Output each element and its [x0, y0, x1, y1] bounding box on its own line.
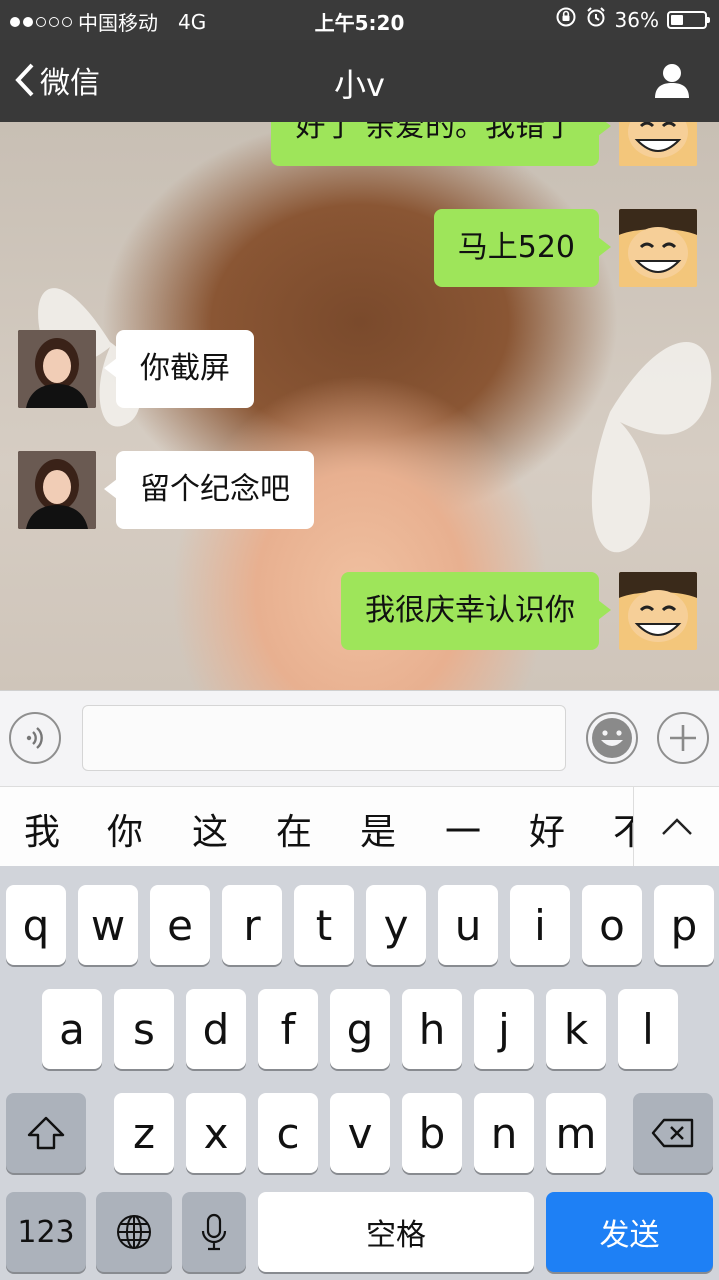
- message-received: 留个纪念吧: [18, 451, 314, 529]
- candidate[interactable]: 一: [445, 803, 481, 855]
- key-e[interactable]: e: [150, 885, 210, 965]
- alarm-icon: [585, 6, 607, 33]
- key-i[interactable]: i: [510, 885, 570, 965]
- key-v[interactable]: v: [330, 1093, 390, 1173]
- key-k[interactable]: k: [546, 989, 606, 1069]
- key-o[interactable]: o: [582, 885, 642, 965]
- message-sent: 马上520: [433, 209, 697, 287]
- input-bar: [0, 690, 719, 787]
- key-c[interactable]: c: [258, 1093, 318, 1173]
- message-received: 你截屏: [18, 330, 254, 408]
- status-bar: 中国移动 4G 上午5:20 36%: [0, 0, 719, 40]
- message-bubble[interactable]: 好了 亲爱的。我错了: [271, 122, 611, 166]
- key-z[interactable]: z: [114, 1093, 174, 1173]
- key-n[interactable]: n: [474, 1093, 534, 1173]
- battery-percent: 36%: [614, 7, 659, 32]
- message-bubble[interactable]: 留个纪念吧: [104, 451, 314, 529]
- key-d[interactable]: d: [186, 989, 246, 1069]
- rotation-lock-icon: [555, 6, 577, 33]
- candidate[interactable]: 在: [276, 803, 312, 855]
- numbers-key[interactable]: 123: [6, 1192, 86, 1272]
- ime-candidate-bar: 我 你 这 在 是 一 好 不: [0, 786, 719, 868]
- space-key[interactable]: 空格: [258, 1192, 534, 1272]
- keyboard: q w e r t y u i o p a s d f g h j k l z …: [0, 866, 719, 1280]
- key-y[interactable]: y: [366, 885, 426, 965]
- message-input[interactable]: [82, 705, 566, 771]
- key-t[interactable]: t: [294, 885, 354, 965]
- key-b[interactable]: b: [402, 1093, 462, 1173]
- key-x[interactable]: x: [186, 1093, 246, 1173]
- key-r[interactable]: r: [222, 885, 282, 965]
- candidate[interactable]: 好: [529, 803, 565, 855]
- key-s[interactable]: s: [114, 989, 174, 1069]
- status-right: 36%: [555, 6, 710, 33]
- butterfly-decoration: [591, 342, 712, 553]
- key-h[interactable]: h: [402, 989, 462, 1069]
- key-u[interactable]: u: [438, 885, 498, 965]
- avatar-contact[interactable]: [18, 451, 96, 529]
- person-icon[interactable]: [653, 62, 691, 104]
- message-sent: 好了 亲爱的。我错了: [271, 122, 697, 166]
- avatar-self[interactable]: [619, 572, 697, 650]
- avatar-self[interactable]: [619, 209, 697, 287]
- globe-icon[interactable]: [96, 1192, 172, 1272]
- voice-icon[interactable]: [9, 712, 61, 764]
- candidate[interactable]: 这: [192, 803, 228, 855]
- key-f[interactable]: f: [258, 989, 318, 1069]
- key-j[interactable]: j: [474, 989, 534, 1069]
- navigation-bar: 微信 小v: [0, 40, 719, 122]
- message-bubble[interactable]: 马上520: [433, 209, 612, 287]
- chevron-up-icon[interactable]: [633, 787, 719, 867]
- chat-area[interactable]: 好了 亲爱的。我错了 马上520 你截屏 留个纪念吧 我很庆幸认识你: [0, 122, 719, 690]
- shift-icon[interactable]: [6, 1093, 86, 1173]
- microphone-icon[interactable]: [182, 1192, 246, 1272]
- emoji-icon[interactable]: [586, 712, 638, 764]
- backspace-icon[interactable]: [633, 1093, 713, 1173]
- chat-title: 小v: [334, 66, 385, 104]
- key-a[interactable]: a: [42, 989, 102, 1069]
- avatar-contact[interactable]: [18, 330, 96, 408]
- message-bubble[interactable]: 我很庆幸认识你: [341, 572, 611, 650]
- key-l[interactable]: l: [618, 989, 678, 1069]
- candidate[interactable]: 你: [107, 803, 143, 855]
- message-bubble[interactable]: 你截屏: [104, 330, 254, 408]
- candidate[interactable]: 我: [24, 803, 60, 855]
- key-m[interactable]: m: [546, 1093, 606, 1173]
- send-key[interactable]: 发送: [546, 1192, 713, 1272]
- battery-icon: [667, 10, 710, 29]
- key-q[interactable]: q: [6, 885, 66, 965]
- plus-icon[interactable]: [657, 712, 709, 764]
- message-sent: 我很庆幸认识你: [341, 572, 697, 650]
- battery-fill: [671, 14, 683, 25]
- avatar-self[interactable]: [619, 122, 697, 166]
- key-g[interactable]: g: [330, 989, 390, 1069]
- key-p[interactable]: p: [654, 885, 714, 965]
- candidate[interactable]: 是: [360, 803, 396, 855]
- key-w[interactable]: w: [78, 885, 138, 965]
